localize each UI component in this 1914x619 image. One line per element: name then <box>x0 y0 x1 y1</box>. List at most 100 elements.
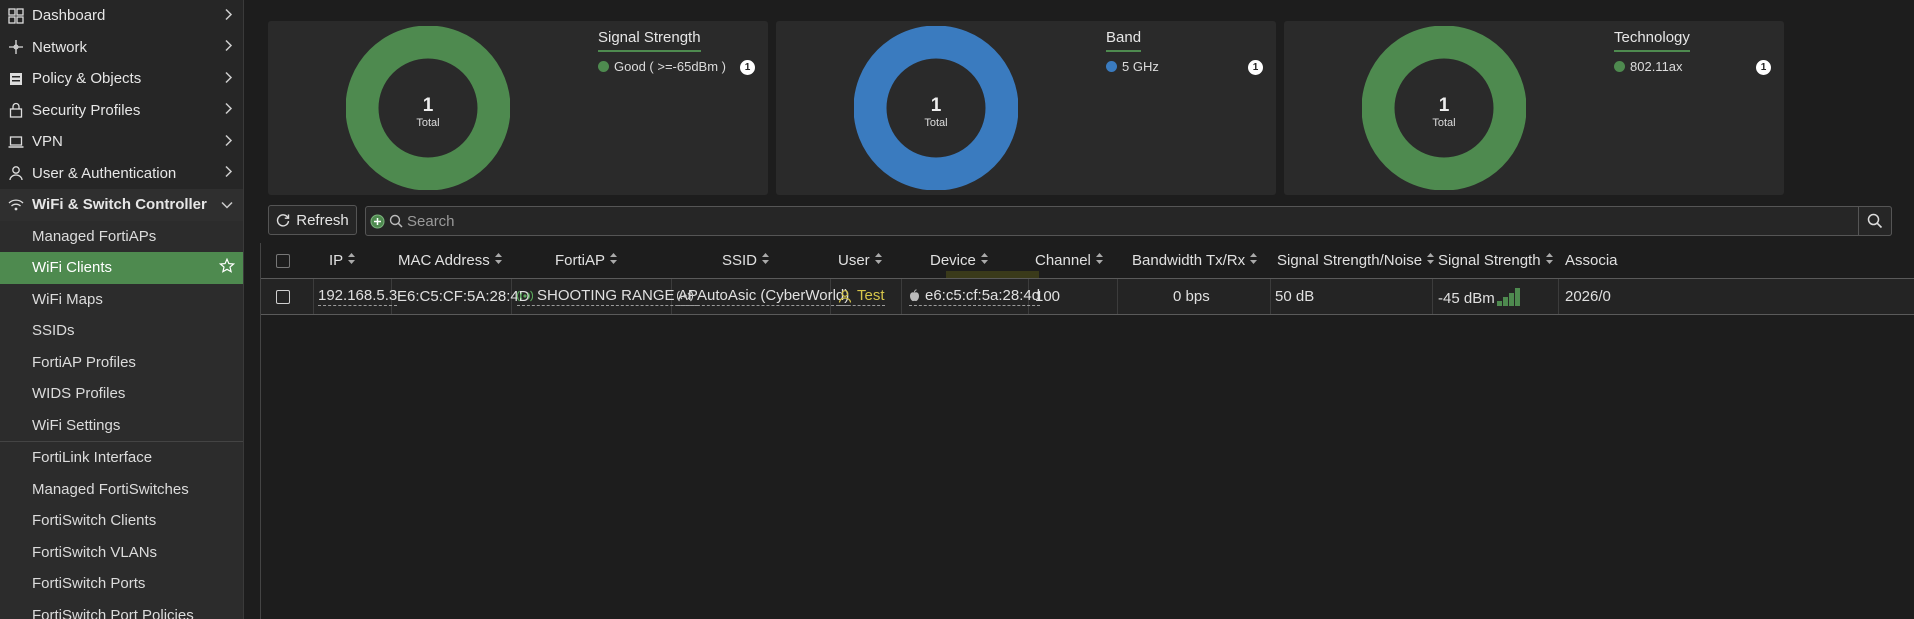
cell-bandwidth: 0 bps <box>1173 288 1210 305</box>
chevron-right-icon <box>223 39 233 56</box>
cell-snr: 50 dB <box>1275 288 1315 305</box>
nav-ssids[interactable]: SSIDs <box>0 315 243 347</box>
donut-chart[interactable]: 1 Total <box>1362 26 1526 190</box>
main-content: 1 Total Signal Strength Good ( >=-65dBm … <box>245 0 1914 619</box>
widget-title: Band <box>1106 29 1142 52</box>
chevron-right-icon <box>223 70 233 87</box>
cell-associated: 2026/0 <box>1565 288 1611 305</box>
nav-label: Security Profiles <box>32 101 141 119</box>
column-header-ip[interactable]: IP <box>329 243 356 278</box>
user-icon <box>838 289 852 303</box>
nav-wifi-maps[interactable]: WiFi Maps <box>0 283 243 315</box>
nav-fortiap-profiles[interactable]: FortiAP Profiles <box>0 346 243 378</box>
widget-signal-strength: 1 Total Signal Strength Good ( >=-65dBm … <box>268 21 768 195</box>
legend-dot <box>1614 61 1625 72</box>
dashboard-icon <box>6 6 26 26</box>
laptop-icon <box>6 132 26 152</box>
refresh-button[interactable]: Refresh <box>268 205 357 235</box>
donut-total-value: 1 <box>931 95 942 116</box>
search-input[interactable] <box>407 212 1891 230</box>
cell-mac: E6:C5:CF:5A:28:4D <box>397 288 530 305</box>
cell-user[interactable]: Test <box>838 279 885 314</box>
nav-fortiswitch-ports[interactable]: FortiSwitch Ports <box>0 568 243 600</box>
cell-channel: 100 <box>1035 288 1061 305</box>
widget-title: Technology <box>1614 29 1690 52</box>
column-header-device[interactable]: Device <box>930 243 989 278</box>
sort-icon <box>609 252 618 269</box>
wifi-icon <box>6 195 26 215</box>
row-checkbox[interactable] <box>276 279 290 314</box>
chevron-right-icon <box>223 102 233 119</box>
add-filter-icon[interactable] <box>370 214 385 229</box>
widget-band: 1 Total Band 5 GHz 1 <box>776 21 1276 195</box>
chevron-right-icon <box>223 133 233 150</box>
column-header-signal-strength[interactable]: Signal Strength <box>1438 243 1554 278</box>
cell-ip[interactable]: 192.168.5.3 <box>318 279 398 314</box>
nav-wifi-settings[interactable]: WiFi Settings <box>0 409 243 441</box>
refresh-icon <box>276 213 290 227</box>
sidebar: Dashboard Network Policy & Objects Secur… <box>0 0 244 619</box>
nav-fortiswitch-vlans[interactable]: FortiSwitch VLANs <box>0 536 243 568</box>
column-header-snr[interactable]: Signal Strength/Noise <box>1277 243 1435 278</box>
nav-vpn[interactable]: VPN <box>0 126 243 158</box>
count-badge: 1 <box>740 60 755 75</box>
nav-label: User & Authentication <box>32 164 177 182</box>
nav-user-authentication[interactable]: User & Authentication <box>0 158 243 190</box>
nav-managed-fortiaps[interactable]: Managed FortiAPs <box>0 220 243 252</box>
nav-label: WiFi & Switch Controller <box>32 196 207 214</box>
signal-bars-icon <box>1496 287 1521 306</box>
chevron-right-icon <box>223 165 233 182</box>
nav-wifi-clients[interactable]: WiFi Clients <box>0 252 243 284</box>
nav-security-profiles[interactable]: Security Profiles <box>0 95 243 127</box>
widget-technology: 1 Total Technology 802.11ax 1 <box>1284 21 1784 195</box>
select-all-checkbox[interactable] <box>276 243 290 278</box>
table-header: IP MAC Address FortiAP SSID User Device … <box>261 243 1914 278</box>
cell-device[interactable]: e6:c5:cf:5a:28:4d <box>909 279 1041 314</box>
access-point-icon <box>517 290 533 302</box>
nav-label: WiFi Clients <box>32 259 113 277</box>
nav-fortiswitch-clients[interactable]: FortiSwitch Clients <box>0 505 243 537</box>
donut-chart[interactable]: 1 Total <box>854 26 1018 190</box>
legend-item[interactable]: 802.11ax <box>1614 59 1683 74</box>
column-header-user[interactable]: User <box>838 243 883 278</box>
apple-icon <box>909 289 920 302</box>
nav-policy-objects[interactable]: Policy & Objects <box>0 63 243 95</box>
nav-fortilink-interface[interactable]: FortiLink Interface <box>0 442 243 474</box>
search-icon <box>389 214 403 228</box>
sort-icon <box>980 252 989 269</box>
cell-ssid[interactable]: AutoAsic (CyberWorld) <box>677 279 850 314</box>
legend-dot <box>598 61 609 72</box>
nav-fortiswitch-port-policies[interactable]: FortiSwitch Port Policies <box>0 599 243 619</box>
column-header-associated[interactable]: Associa <box>1565 243 1618 278</box>
cell-fortiap[interactable]: SHOOTING RANGE AP <box>517 279 698 314</box>
nav-managed-fortiswitches[interactable]: Managed FortiSwitches <box>0 473 243 505</box>
nav-wifi-switch-controller[interactable]: WiFi & Switch Controller <box>0 189 243 221</box>
donut-chart[interactable]: 1 Total <box>346 26 510 190</box>
column-header-channel[interactable]: Channel <box>1035 243 1104 278</box>
column-header-mac[interactable]: MAC Address <box>398 243 503 278</box>
legend-label: 5 GHz <box>1122 59 1159 74</box>
star-icon[interactable] <box>218 257 236 278</box>
nav-wids-profiles[interactable]: WIDS Profiles <box>0 378 243 410</box>
table-row[interactable]: 192.168.5.3 E6:C5:CF:5A:28:4D SHOOTING R… <box>261 278 1914 315</box>
refresh-label: Refresh <box>296 211 349 229</box>
nav-network[interactable]: Network <box>0 32 243 64</box>
chevron-right-icon <box>223 7 233 24</box>
search-submit-button[interactable] <box>1858 206 1892 236</box>
legend-item[interactable]: Good ( >=-65dBm ) <box>598 59 726 74</box>
legend-label: 802.11ax <box>1630 59 1683 74</box>
sort-icon <box>1249 252 1258 269</box>
nav-label: Policy & Objects <box>32 70 142 88</box>
column-header-ssid[interactable]: SSID <box>722 243 770 278</box>
column-header-fortiap[interactable]: FortiAP <box>555 243 618 278</box>
nav-dashboard[interactable]: Dashboard <box>0 0 243 32</box>
widget-title: Signal Strength <box>598 29 701 52</box>
user-icon <box>6 163 26 183</box>
chevron-down-icon <box>221 196 233 213</box>
donut-total-label: Total <box>416 117 439 129</box>
nav-label: Network <box>32 38 88 56</box>
broadcast-icon <box>677 290 693 302</box>
sort-icon <box>1545 252 1554 269</box>
column-header-bandwidth[interactable]: Bandwidth Tx/Rx <box>1132 243 1258 278</box>
legend-item[interactable]: 5 GHz <box>1106 59 1159 74</box>
